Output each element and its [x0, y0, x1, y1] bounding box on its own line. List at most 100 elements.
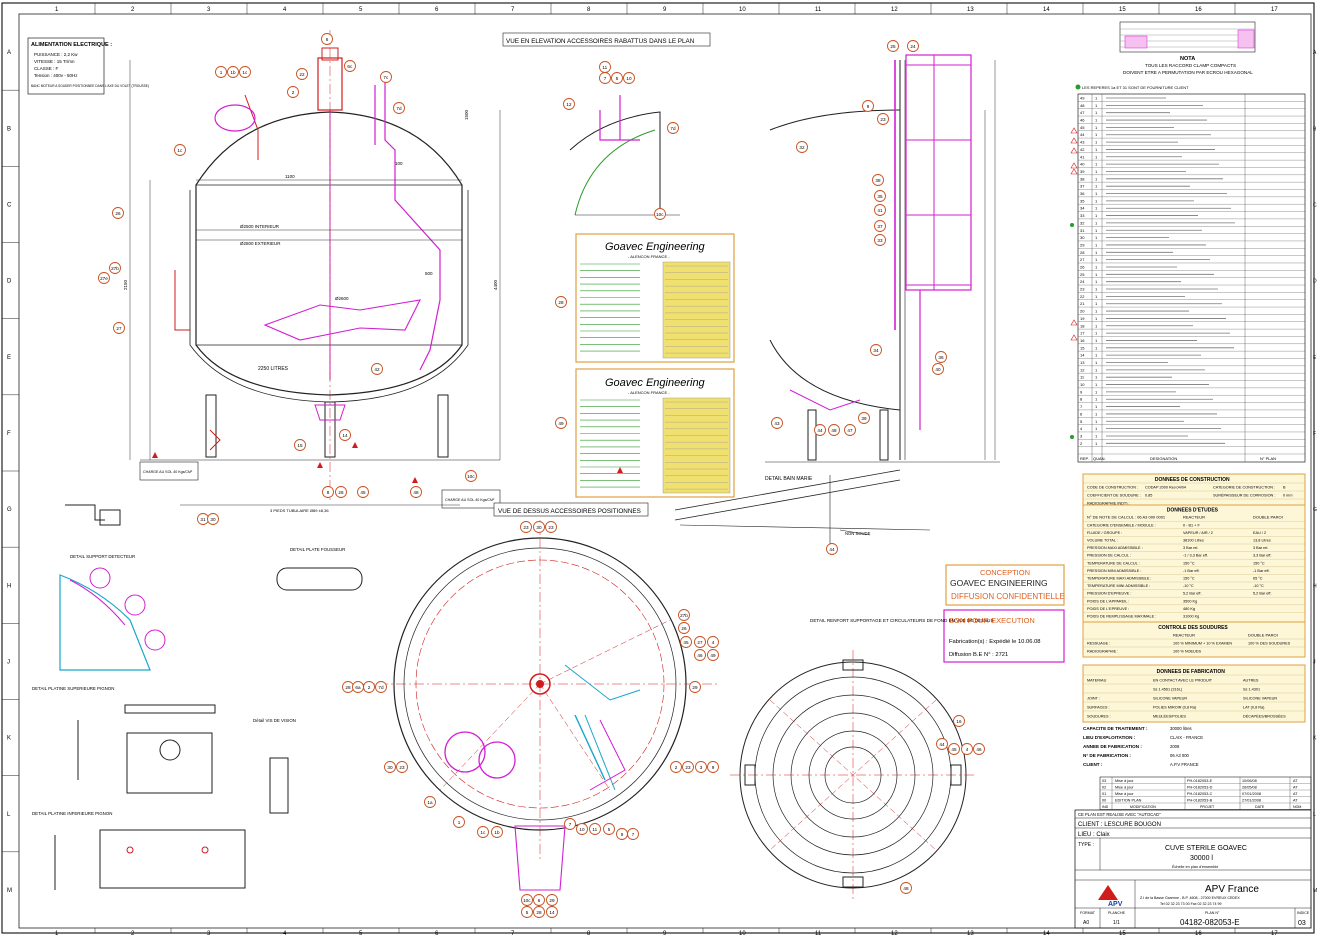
etudes-cell: 5,2 Bar eff. [1183, 592, 1202, 596]
construction-data-table: DONNEES DE CONSTRUCTION CODE DE CONSTRUCT… [1082, 473, 1306, 510]
item-balloon-label: 7 [604, 76, 607, 81]
item-balloon-label: 2 [292, 90, 295, 95]
construction-cell: COEFFICIENT DE SOUDURE : [1087, 494, 1141, 498]
platine-sup-title: DETAIL PLATINE SUPERIEURE PIGNON [32, 686, 114, 691]
revision-name: AT [1293, 779, 1298, 783]
revision-header: PROJET [1200, 805, 1215, 809]
fabrication-cell: JOINT : [1087, 697, 1100, 701]
etudes-cell: -10 °C [1183, 584, 1194, 588]
etudes-title: DONNEES D'ETUDES [1167, 508, 1219, 514]
nomenclature-rep: 26 [1080, 264, 1085, 269]
item-balloon-label: 46 [976, 747, 982, 752]
goavec-plate-2-name: Goavec Engineering [605, 377, 706, 389]
nomenclature-rep: 31 [1080, 228, 1085, 233]
fabrication-cell: EN CONTACT AVEC LE PRODUIT [1153, 679, 1213, 683]
plate-detail-title: DETAIL PLATE FOUSSEUR [290, 547, 345, 552]
item-balloon-label: 28 [558, 300, 564, 305]
alim-line-4: Tension : 400v - 50Hz [34, 73, 78, 78]
fabrication-cell: MATERIAU [1087, 679, 1107, 683]
nomenclature-rep: 32 [1080, 220, 1085, 225]
revision-name: AT [1293, 786, 1298, 790]
type-label: TYPE : [1078, 842, 1094, 848]
grid-row-label: A [7, 50, 11, 56]
item-balloon-label: 10c [467, 474, 475, 479]
etudes-cell: FLUIDE / GROUPE : [1087, 531, 1122, 535]
nomenclature-rep: 48 [1080, 103, 1085, 108]
revision-header: NOM [1293, 805, 1301, 809]
grid-row-label: K [7, 736, 11, 742]
item-balloon-label: 38 [875, 178, 881, 183]
item-balloon-label: 48 [903, 886, 909, 891]
item-balloon-label: 39 [861, 416, 867, 421]
nomenclature-header: QUAN. [1093, 456, 1106, 461]
capacity-value: CLAIX - FRANCE [1170, 735, 1203, 740]
item-balloon-label: 16 [956, 719, 962, 724]
revision-date: 26/05/08 [1242, 786, 1257, 790]
top-view-title: VUE DE DESSUS ACCESSOIRES POSITIONNES [498, 508, 641, 515]
item-balloon-label: 2 [675, 765, 678, 770]
grid-row-label: G [1313, 507, 1317, 513]
item-balloon-label: 44 [817, 428, 823, 433]
nomenclature-note: LES REPERES 1a ET 31 SONT DE FOURNITURE … [1082, 85, 1189, 90]
item-balloon-label: 48 [413, 490, 419, 495]
item-balloon-label: 6 [326, 37, 329, 42]
item-balloon-label: 22 [299, 72, 305, 77]
grid-row-label: E [7, 355, 11, 361]
bain-marie-label: DETAIL BAIN MARIE [765, 476, 813, 482]
revision-header: DATE [1255, 805, 1265, 809]
goavec-plate-1-name: Goavec Engineering [605, 241, 706, 253]
grid-row-label: F [7, 431, 11, 437]
item-balloon-label: 5 [608, 827, 611, 832]
nomenclature-rep: 49 [1080, 96, 1085, 101]
nomenclature-rep: 25 [1080, 272, 1085, 277]
item-balloon-label: 1c [242, 70, 248, 75]
etudes-cell: VAPEUR / AIR / 2 [1183, 531, 1213, 535]
company-phone: Tel 02 32 23 73 00 Fax 02 32 23 74 99 [1160, 902, 1222, 906]
item-balloon-label: 23 [523, 525, 529, 530]
item-balloon-label: 45 [951, 747, 957, 752]
item-balloon-label: 28 [345, 685, 351, 690]
dim-text-7: 2150 [123, 279, 128, 290]
item-balloon-label: 11 [602, 65, 607, 70]
soudures-title: CONTROLE DES SOUDURES [1158, 625, 1228, 631]
nomenclature-rep: 41 [1080, 154, 1085, 159]
nomenclature-rep: 45 [1080, 125, 1085, 130]
item-balloon-label: 9 [867, 104, 870, 109]
revision-modification: EDITION PLAN [1115, 799, 1142, 803]
etudes-cell: PRESSION D'EPREUVE : [1087, 592, 1131, 596]
nomenclature-rep: 13 [1080, 360, 1085, 365]
etudes-cell: 3,3 Bar eff. [1253, 554, 1272, 558]
grid-row-label: D [7, 279, 12, 285]
item-balloon-label: 10 [626, 76, 632, 81]
etudes-cell: 150 °C [1253, 561, 1265, 565]
etudes-cell: 38100 Litres [1183, 539, 1204, 543]
item-balloon-label: 45 [360, 490, 366, 495]
etudes-cell: 3 Bar rel. [1253, 546, 1268, 550]
nomenclature-rep: 22 [1080, 294, 1085, 299]
plan-label: PLAN N° [1205, 911, 1220, 915]
echelle-note: Échelle en plan d'ensemble [1172, 864, 1218, 869]
alim-line-1: PUISSANCE : 2,2 Kw [34, 52, 78, 57]
soudures-cell: 100 % NOEUDS [1173, 650, 1202, 654]
item-balloon-label: 23 [685, 765, 691, 770]
nomenclature-rep: 40 [1080, 162, 1085, 167]
capacity-label: ANNEE DE FABRICATION : [1083, 744, 1142, 749]
fabrication-cell: Ss 1.4561 (316L) [1153, 688, 1183, 692]
item-balloon-label: 4 [712, 640, 715, 645]
pieds-label: 3 PIEDS TUBULAIRE Ø89 ±8,36 [270, 508, 329, 513]
etudes-cell: -1 Bar eff. [1253, 569, 1270, 573]
bon-pour-diff: Diffusion B.E N° : 2721 [949, 652, 1008, 658]
etudes-col-header: DOUBLE PAROI [1253, 515, 1283, 520]
alim-line-2: VITESSE : 15 Tr/mn [34, 59, 75, 64]
item-balloon-label: 8 [327, 490, 330, 495]
construction-cell: SURÉPAISSEUR DE CORROSION : [1213, 493, 1275, 498]
alim-title: ALIMENTATION ELECTRIQUE : [31, 42, 112, 48]
item-balloon-label: 1b [230, 70, 236, 75]
item-balloon-label: 48 [831, 428, 837, 433]
item-balloon-label: 11 [592, 827, 597, 832]
nomenclature-rep: 10 [1080, 382, 1085, 387]
nomenclature-rep: 39 [1080, 169, 1085, 174]
item-balloon-label: 34 [873, 348, 879, 353]
item-balloon-label: 27e [100, 276, 108, 281]
etudes-cell: TEMPERATURE MAXI ADMISSIBLE : [1087, 577, 1152, 581]
